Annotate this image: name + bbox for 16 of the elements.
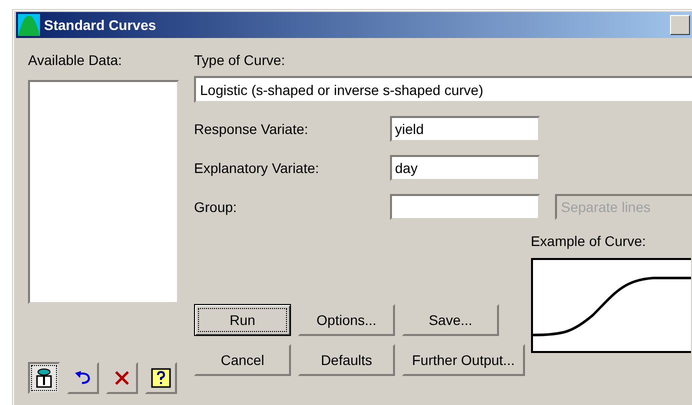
dialog-button[interactable]: Run (194, 304, 291, 336)
input-field[interactable]: yield (390, 116, 540, 142)
curve-type-label: Type of Curve: (194, 52, 286, 68)
curve-type-dropdown[interactable]: Logistic (s-shaped or inverse s-shaped curve) (194, 76, 692, 103)
dialog-button[interactable]: Options... (298, 304, 395, 336)
dialog-button[interactable]: Cancel (194, 344, 291, 376)
field-label: Explanatory Variate: (194, 160, 320, 176)
example-label: Example of Curve: (530, 233, 647, 249)
input-field[interactable]: day (390, 155, 540, 181)
window-title: Standard Curves (44, 17, 156, 33)
field-label: Response Variate: (194, 121, 310, 137)
dialog-button[interactable]: Defaults (298, 344, 395, 376)
list-label: Available Data: (28, 52, 123, 68)
dialog-button[interactable]: Further Output... (402, 344, 525, 376)
field-label: Group: (194, 199, 238, 215)
dialog-button[interactable]: Save... (402, 304, 499, 336)
